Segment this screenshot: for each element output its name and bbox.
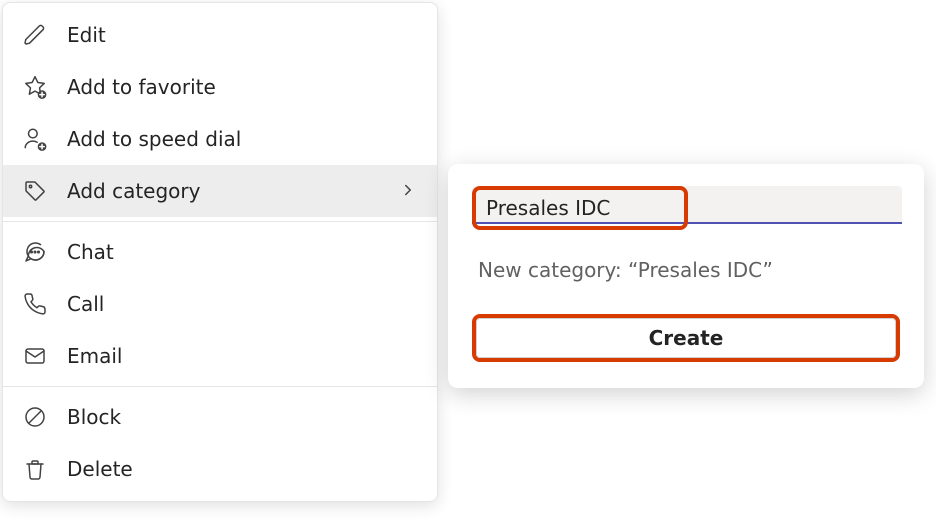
menu-label: Edit xyxy=(67,23,419,47)
menu-item-add-category[interactable]: Add category xyxy=(3,165,437,217)
menu-label: Add category xyxy=(67,179,381,203)
menu-item-chat[interactable]: Chat xyxy=(3,226,437,278)
star-plus-icon xyxy=(21,73,49,101)
new-category-hint: New category: “Presales IDC” xyxy=(472,258,900,282)
menu-label: Call xyxy=(67,292,419,316)
menu-item-edit[interactable]: Edit xyxy=(3,9,437,61)
create-button[interactable]: Create xyxy=(476,318,896,358)
chat-icon xyxy=(21,238,49,266)
menu-item-add-favorite[interactable]: Add to favorite xyxy=(3,61,437,113)
menu-label: Add to favorite xyxy=(67,75,419,99)
menu-label: Chat xyxy=(67,240,419,264)
context-menu: Edit Add to favorite Add to speed dial A… xyxy=(2,2,438,502)
menu-label: Block xyxy=(67,405,419,429)
menu-item-block[interactable]: Block xyxy=(3,391,437,443)
block-icon xyxy=(21,403,49,431)
edit-icon xyxy=(21,21,49,49)
chevron-right-icon xyxy=(399,181,419,201)
menu-item-email[interactable]: Email xyxy=(3,330,437,382)
mail-icon xyxy=(21,342,49,370)
person-plus-icon xyxy=(21,125,49,153)
tag-icon xyxy=(21,177,49,205)
phone-icon xyxy=(21,290,49,318)
menu-item-call[interactable]: Call xyxy=(3,278,437,330)
highlight-input xyxy=(472,186,688,230)
menu-label: Add to speed dial xyxy=(67,127,419,151)
category-name-input[interactable] xyxy=(476,190,684,226)
add-category-popover: New category: “Presales IDC” Create xyxy=(448,164,924,388)
category-input-row xyxy=(472,186,900,230)
menu-item-delete[interactable]: Delete xyxy=(3,443,437,495)
menu-label: Delete xyxy=(67,457,419,481)
divider xyxy=(3,386,437,387)
trash-icon xyxy=(21,455,49,483)
divider xyxy=(3,221,437,222)
menu-label: Email xyxy=(67,344,419,368)
highlight-create: Create xyxy=(472,314,900,362)
menu-item-add-speed-dial[interactable]: Add to speed dial xyxy=(3,113,437,165)
